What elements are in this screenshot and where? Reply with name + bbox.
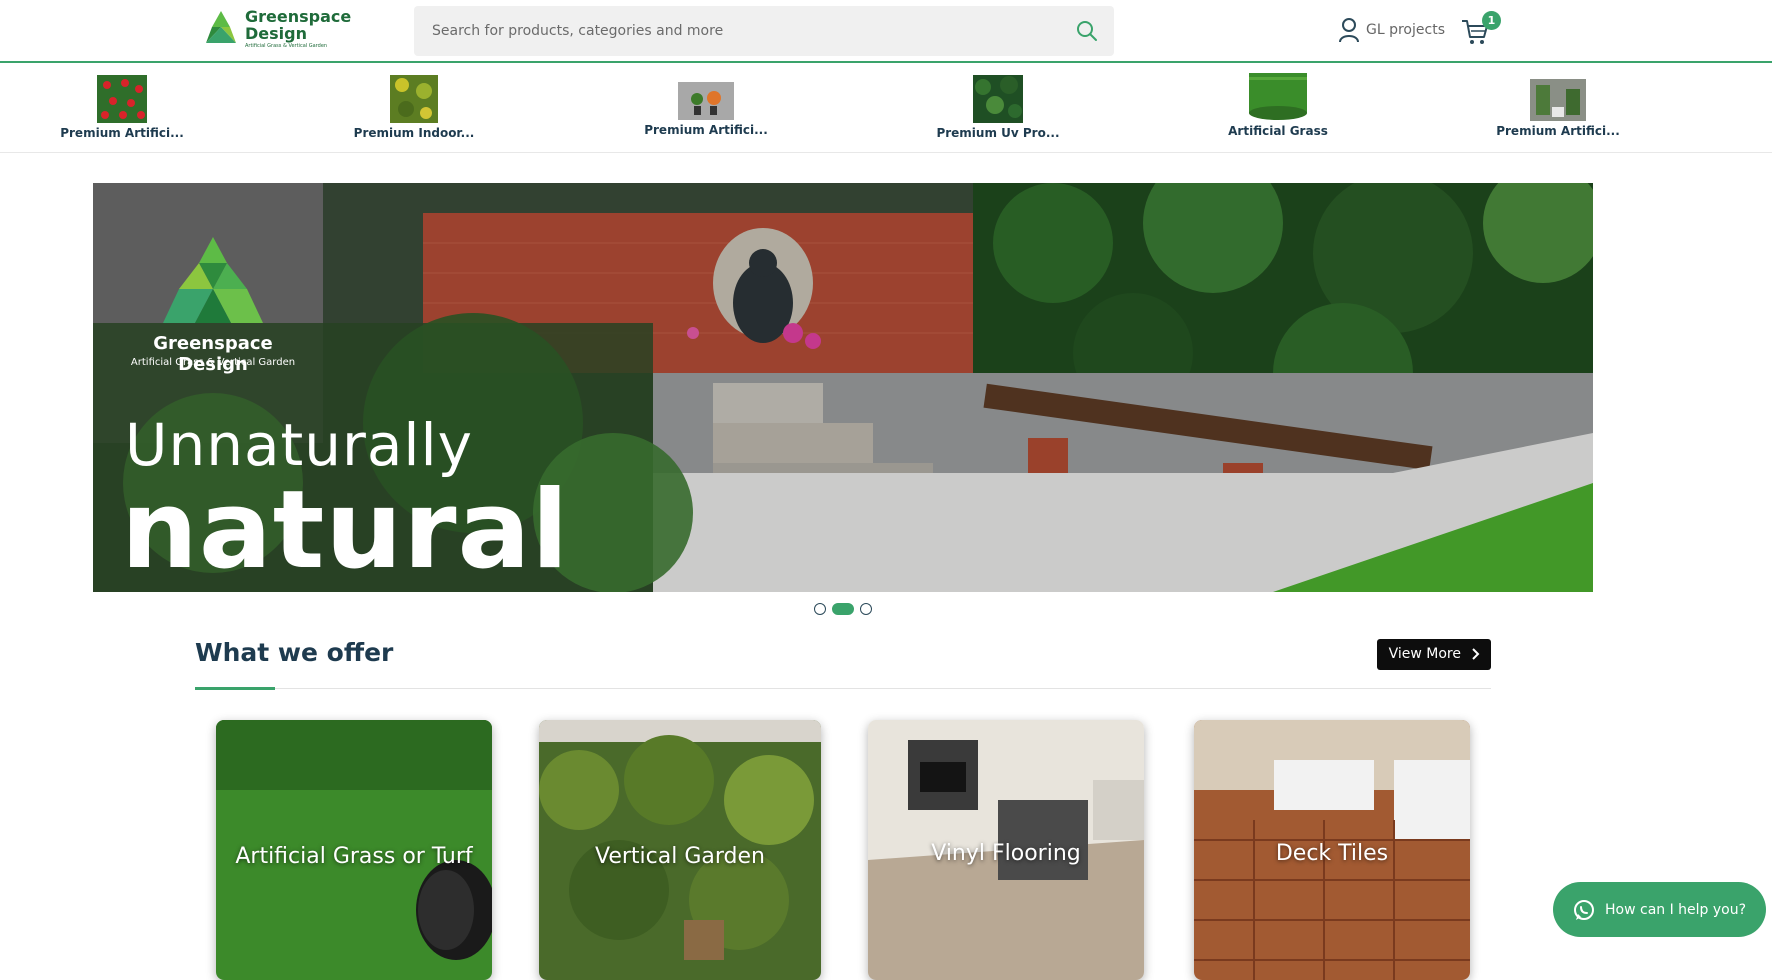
category-thumbnail <box>390 75 438 123</box>
category-item[interactable]: Premium Uv Pro... <box>918 65 1078 140</box>
logo-tagline: Artificial Grass & Vertical Garden <box>245 43 328 49</box>
category-label: Artificial Grass <box>1228 124 1328 138</box>
hero-logo-icon <box>163 237 263 323</box>
carousel-dot[interactable] <box>860 603 872 615</box>
search-icon[interactable] <box>1076 20 1098 42</box>
whatsapp-chat-button[interactable]: How can I help you? <box>1553 882 1766 937</box>
carousel-dot[interactable] <box>814 603 826 615</box>
search-bar <box>414 6 1114 56</box>
section-title: What we offer <box>195 638 394 667</box>
view-more-button[interactable]: View More <box>1376 639 1491 670</box>
offer-card-vinyl-flooring[interactable]: Vinyl Flooring <box>868 720 1144 980</box>
whatsapp-icon <box>1574 899 1594 920</box>
offer-section-header: What we offer View More <box>195 633 1491 690</box>
account-link[interactable]: GL projects <box>1338 15 1445 45</box>
category-label: Premium Artifici... <box>1496 124 1620 138</box>
offer-card-vertical-garden[interactable]: Vertical Garden <box>539 720 821 980</box>
category-item[interactable]: Premium Artifici... <box>42 65 202 140</box>
category-bar: Premium Artifici... Premium Indoor... Pr… <box>0 65 1772 153</box>
logo-text-line2: Design <box>245 24 307 43</box>
category-label: Premium Artifici... <box>644 123 768 137</box>
offer-card-deck-tiles[interactable]: Deck Tiles <box>1194 720 1470 980</box>
whatsapp-label: How can I help you? <box>1605 901 1747 918</box>
category-thumbnail <box>678 82 734 120</box>
search-input[interactable] <box>432 20 1032 42</box>
cart-count-badge: 1 <box>1482 11 1501 30</box>
account-label: GL projects <box>1366 22 1445 38</box>
category-item[interactable]: Premium Artifici... <box>1478 65 1638 138</box>
category-thumbnail <box>1249 73 1307 120</box>
category-thumbnail <box>1530 79 1586 121</box>
logo-text-line1: Greenspace <box>245 7 352 26</box>
chevron-right-icon <box>1472 648 1480 660</box>
carousel-dot-active[interactable] <box>832 603 854 615</box>
hero-banner[interactable]: Greenspace Design Artificial Grass & Ver… <box>93 183 1593 592</box>
logo-pyramid-icon <box>206 11 236 43</box>
title-underline <box>195 687 275 690</box>
card-title: Vertical Garden <box>595 844 765 869</box>
offer-card-artificial-grass[interactable]: Artificial Grass or Turf <box>216 720 492 980</box>
category-thumbnail <box>973 75 1023 123</box>
category-thumbnail <box>97 75 147 123</box>
card-title: Artificial Grass or Turf <box>235 844 473 869</box>
category-item[interactable]: Premium Indoor... <box>334 65 494 140</box>
category-label: Premium Uv Pro... <box>936 126 1060 140</box>
carousel-indicators <box>814 603 872 615</box>
site-logo[interactable]: Greenspace Design Artificial Grass & Ver… <box>200 6 351 52</box>
category-item[interactable]: Premium Artifici... <box>626 65 786 137</box>
category-label: Premium Artifici... <box>60 126 184 140</box>
hero-brand-name: Greenspace Design <box>153 333 273 375</box>
user-icon <box>1339 18 1359 43</box>
hero-headline-line2: natural <box>121 468 570 592</box>
card-title: Deck Tiles <box>1275 841 1389 866</box>
view-more-label: View More <box>1388 646 1461 662</box>
cart-button[interactable]: 1 <box>1460 11 1501 49</box>
site-header: Greenspace Design Artificial Grass & Ver… <box>0 0 1772 63</box>
category-item[interactable]: Artificial Grass <box>1198 65 1358 138</box>
card-title: Vinyl Flooring <box>931 841 1081 866</box>
hero-brand-tagline: Artificial Grass & Vertical Garden <box>130 357 296 368</box>
category-label: Premium Indoor... <box>353 126 475 140</box>
